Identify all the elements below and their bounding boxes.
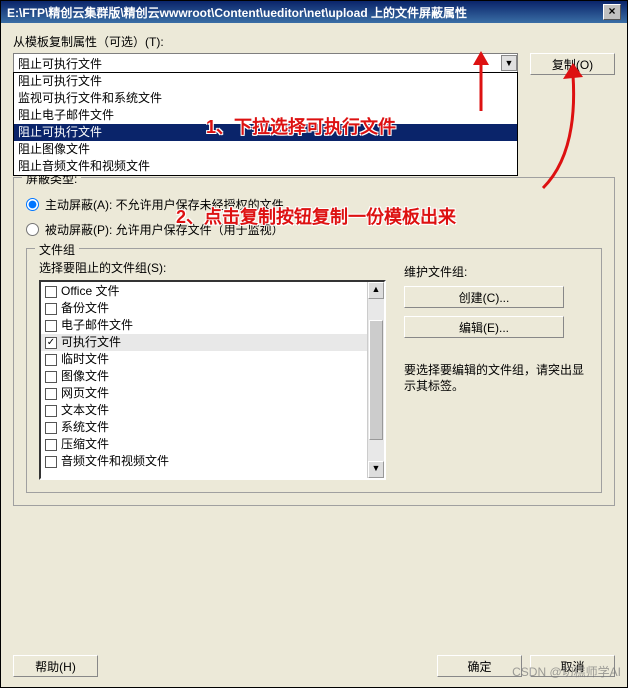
radio-passive-row[interactable]: 被动屏蔽(P): 允许用户保存文件（用于监视） [26,221,602,238]
list-item-label: 临时文件 [61,351,109,368]
filegroup-legend: 文件组 [35,241,79,258]
scroll-down-icon[interactable]: ▼ [368,461,384,478]
list-item-label: 电子邮件文件 [61,317,133,334]
scrollbar[interactable]: ▲ ▼ [367,282,384,478]
filegroup-listbox[interactable]: Office 文件备份文件电子邮件文件 ✓ 可执行文件临时文件图像文件网页文件文本文… [39,280,386,480]
list-item-label: 文本文件 [61,402,109,419]
checkbox-icon[interactable] [45,320,57,332]
list-item[interactable]: 临时文件 [41,351,367,368]
radio-passive-label: 被动屏蔽(P): 允许用户保存文件（用于监视） [45,221,284,238]
create-button[interactable]: 创建(C)... [404,286,564,308]
list-item[interactable]: 系统文件 [41,419,367,436]
dropdown-option[interactable]: 阻止可执行文件 [14,124,517,141]
list-item[interactable]: 备份文件 [41,300,367,317]
dropdown-option[interactable]: 阻止可执行文件 [14,73,517,90]
radio-passive[interactable] [26,223,39,236]
list-item-label: 系统文件 [61,419,109,436]
list-item-label: 网页文件 [61,385,109,402]
dropdown-value: 阻止可执行文件 [18,55,102,72]
window-title: E:\FTP\精创云集群版\精创云wwwroot\Content\ueditor… [7,4,467,21]
dropdown-option[interactable]: 监视可执行文件和系统文件 [14,90,517,107]
list-item-label: 音频文件和视频文件 [61,453,169,470]
radio-active[interactable] [26,198,39,211]
dropdown-option[interactable]: 阻止音频文件和视频文件 [14,158,517,175]
template-label: 从模板复制属性（可选）(T): [13,33,615,50]
cancel-button[interactable]: 取消 [530,655,615,677]
scroll-up-icon[interactable]: ▲ [368,282,384,299]
close-button[interactable]: × [603,4,621,20]
template-dropdown-wrap: 阻止可执行文件 ▼ 阻止可执行文件 监视可执行文件和系统文件 阻止电子邮件文件 … [13,53,518,73]
arrow-2-icon [533,63,593,193]
help-button[interactable]: 帮助(H) [13,655,98,677]
dialog-window: E:\FTP\精创云集群版\精创云wwwroot\Content\ueditor… [0,0,628,688]
checkbox-icon[interactable] [45,371,57,383]
ok-button[interactable]: 确定 [437,655,522,677]
list-item[interactable]: 网页文件 [41,385,367,402]
copy-button[interactable]: 复制(O) [530,53,615,75]
maint-label: 维护文件组: [404,263,589,280]
radio-active-label: 主动屏蔽(A): 不允许用户保存未经授权的文件 [45,196,284,213]
settings-fieldset: 屏蔽类型: 主动屏蔽(A): 不允许用户保存未经授权的文件 被动屏蔽(P): 允… [13,177,615,506]
checkbox-icon[interactable] [45,303,57,315]
list-item[interactable]: 压缩文件 [41,436,367,453]
list-item[interactable]: Office 文件 [41,283,367,300]
dropdown-option[interactable]: 阻止电子邮件文件 [14,107,517,124]
radio-active-row[interactable]: 主动屏蔽(A): 不允许用户保存未经授权的文件 [26,196,602,213]
dialog-footer: 帮助(H) 确定 取消 [1,647,627,687]
checkbox-icon[interactable]: ✓ [45,337,57,349]
list-item-label: 图像文件 [61,368,109,385]
list-item[interactable]: 音频文件和视频文件 [41,453,367,470]
maint-note: 要选择要编辑的文件组，请突出显示其标签。 [404,362,589,394]
list-item-label: Office 文件 [61,283,119,300]
checkbox-icon[interactable] [45,405,57,417]
template-dropdown[interactable]: 阻止可执行文件 ▼ [13,53,518,73]
list-item-label: 可执行文件 [61,334,121,351]
list-item-label: 备份文件 [61,300,109,317]
dialog-content: 从模板复制属性（可选）(T): 阻止可执行文件 ▼ 阻止可执行文件 监视可执行文… [1,23,627,647]
dropdown-option[interactable]: 阻止图像文件 [14,141,517,158]
scroll-thumb[interactable] [369,320,383,440]
list-item[interactable]: 图像文件 [41,368,367,385]
checkbox-icon[interactable] [45,422,57,434]
filegroup-select-label: 选择要阻止的文件组(S): [39,259,386,276]
chevron-down-icon[interactable]: ▼ [501,55,517,71]
list-item[interactable]: 电子邮件文件 [41,317,367,334]
checkbox-icon[interactable] [45,439,57,451]
list-item[interactable]: 文本文件 [41,402,367,419]
filegroup-fieldset: 文件组 选择要阻止的文件组(S): Office 文件备份文件电子邮件文件✓可执… [26,248,602,493]
list-item-label: 压缩文件 [61,436,109,453]
list-item[interactable]: ✓ 可执行文件 [41,334,367,351]
checkbox-icon[interactable] [45,388,57,400]
checkbox-icon[interactable] [45,286,57,298]
titlebar[interactable]: E:\FTP\精创云集群版\精创云wwwroot\Content\ueditor… [1,1,627,23]
checkbox-icon[interactable] [45,456,57,468]
edit-button[interactable]: 编辑(E)... [404,316,564,338]
checkbox-icon[interactable] [45,354,57,366]
dropdown-list: 阻止可执行文件 监视可执行文件和系统文件 阻止电子邮件文件 阻止可执行文件 阻止… [13,72,518,176]
